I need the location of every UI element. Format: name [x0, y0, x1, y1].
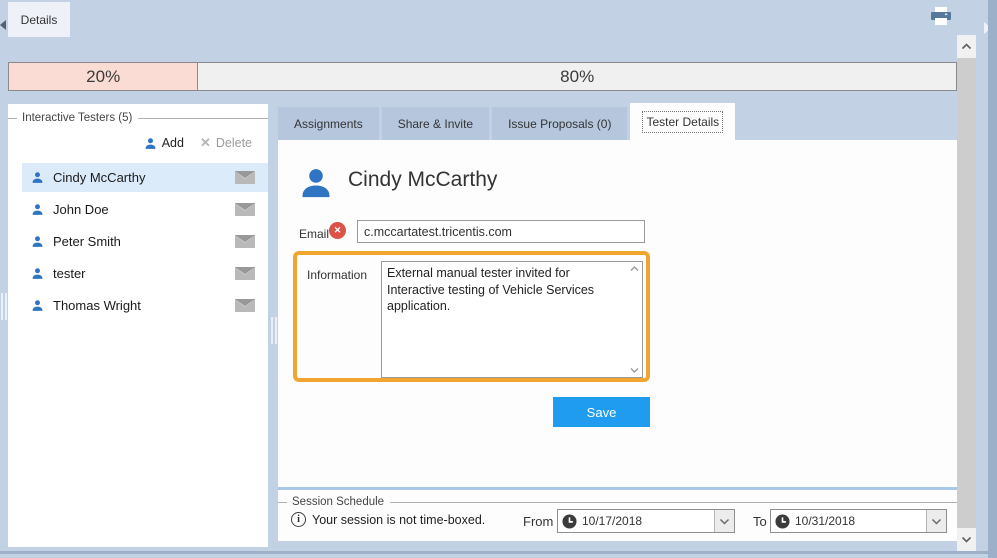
details-tab[interactable]: Details [8, 2, 70, 37]
tab-label: Tester Details [646, 115, 719, 129]
tab-label: Issue Proposals (0) [508, 117, 611, 131]
to-date-value: 10/31/2018 [795, 514, 926, 528]
information-text: External manual tester invited for Inter… [387, 265, 626, 374]
session-status: i Your session is not time-boxed. [291, 512, 485, 527]
tester-row-john-doe[interactable]: John Doe [22, 195, 268, 224]
envelope-icon[interactable] [235, 203, 255, 216]
sidebar-title: Interactive Testers (5) [17, 112, 138, 124]
progress-bar: 20% 80% [8, 62, 957, 91]
tester-name: tester [53, 266, 86, 281]
information-label: Information [307, 268, 367, 282]
tester-details-panel: Cindy McCarthy Email ✕ Information Exter… [278, 140, 957, 487]
tab-label: Assignments [294, 117, 363, 131]
chevron-up-icon[interactable] [630, 266, 639, 272]
collapse-left-arrow-icon[interactable] [0, 20, 6, 30]
legend-line [390, 502, 957, 503]
legend-line [278, 502, 287, 503]
detail-tabs: Assignments Share & Invite Issue Proposa… [278, 103, 735, 140]
tester-avatar-person-icon [298, 166, 334, 200]
delete-button-label: Delete [216, 136, 252, 150]
from-dropdown-button[interactable] [714, 510, 734, 532]
tab-label: Share & Invite [398, 117, 473, 131]
bottom-edge-strip [0, 551, 997, 554]
tab-tester-details[interactable]: Tester Details [630, 103, 735, 140]
session-schedule-title: Session Schedule [287, 496, 390, 508]
tester-name-heading: Cindy McCarthy [348, 168, 497, 192]
envelope-icon[interactable] [235, 299, 255, 312]
tester-name: Cindy McCarthy [53, 170, 145, 185]
vertical-scrollbar[interactable] [957, 35, 976, 551]
save-button[interactable]: Save [553, 397, 650, 427]
tester-row-thomas-wright[interactable]: Thomas Wright [22, 291, 268, 320]
tester-row-cindy-mccarthy[interactable]: Cindy McCarthy [22, 163, 268, 192]
sidebar-group-legend: Interactive Testers (5) [8, 111, 268, 125]
progress-segment-20: 20% [9, 63, 198, 90]
clock-icon [562, 514, 577, 529]
from-label: From [523, 514, 553, 529]
envelope-icon[interactable] [235, 171, 255, 184]
tester-name: Thomas Wright [53, 298, 141, 313]
tester-name: John Doe [53, 202, 109, 217]
tester-row-tester[interactable]: tester [22, 259, 268, 288]
tab-share-invite[interactable]: Share & Invite [382, 107, 489, 140]
info-icon: i [291, 512, 306, 527]
chevron-down-icon[interactable] [630, 367, 639, 373]
left-splitter-handle[interactable] [1, 293, 7, 320]
interactive-testers-panel: Interactive Testers (5) Add ✕ Delete [8, 104, 268, 547]
person-add-icon [144, 137, 157, 150]
to-label: To [753, 514, 767, 529]
chevron-down-icon [719, 518, 730, 525]
to-dropdown-button[interactable] [926, 510, 946, 532]
tester-row-peter-smith[interactable]: Peter Smith [22, 227, 268, 256]
delete-tester-button[interactable]: ✕ Delete [200, 135, 252, 151]
legend-line [138, 118, 268, 119]
session-group-legend: Session Schedule [278, 495, 957, 509]
email-input[interactable] [357, 220, 645, 243]
chevron-down-icon [931, 518, 942, 525]
printer-icon [931, 7, 951, 25]
information-textarea[interactable]: External manual tester invited for Inter… [381, 261, 643, 378]
scroll-up-button[interactable] [957, 35, 976, 58]
session-schedule-panel: Session Schedule i Your session is not t… [278, 490, 957, 541]
sidebar-toolbar: Add ✕ Delete [8, 135, 268, 151]
tab-assignments[interactable]: Assignments [278, 107, 379, 140]
print-button[interactable] [931, 7, 951, 25]
clock-icon [775, 514, 790, 529]
add-tester-button[interactable]: Add [144, 136, 184, 150]
tab-issue-proposals[interactable]: Issue Proposals (0) [492, 107, 627, 140]
tester-list: Cindy McCarthy John Doe [8, 163, 268, 320]
add-button-label: Add [162, 136, 184, 150]
right-edge-strip [988, 0, 997, 558]
chevron-up-icon [961, 43, 972, 50]
from-date-value: 10/17/2018 [582, 514, 714, 528]
person-icon [31, 171, 44, 184]
information-highlight-box: Information External manual tester invit… [293, 251, 650, 382]
person-icon [31, 299, 44, 312]
envelope-icon[interactable] [235, 235, 255, 248]
scrollbar-track[interactable] [957, 58, 976, 528]
chevron-down-icon [961, 536, 972, 543]
progress-segment-80: 80% [198, 63, 956, 90]
app-window: Details 20% 80% Interactive Testers (5) [0, 0, 997, 558]
email-label: Email [299, 227, 329, 241]
tester-name: Peter Smith [53, 234, 121, 249]
to-date-picker[interactable]: 10/31/2018 [770, 509, 947, 533]
person-icon [31, 203, 44, 216]
person-icon [31, 267, 44, 280]
legend-line [8, 118, 17, 119]
sidebar-splitter-handle[interactable] [271, 317, 277, 344]
session-status-text: Your session is not time-boxed. [312, 513, 485, 527]
envelope-icon[interactable] [235, 267, 255, 280]
person-icon [31, 235, 44, 248]
email-error-icon: ✕ [329, 222, 346, 239]
scroll-down-button[interactable] [957, 528, 976, 551]
delete-x-icon: ✕ [200, 135, 211, 151]
from-date-picker[interactable]: 10/17/2018 [557, 509, 735, 533]
